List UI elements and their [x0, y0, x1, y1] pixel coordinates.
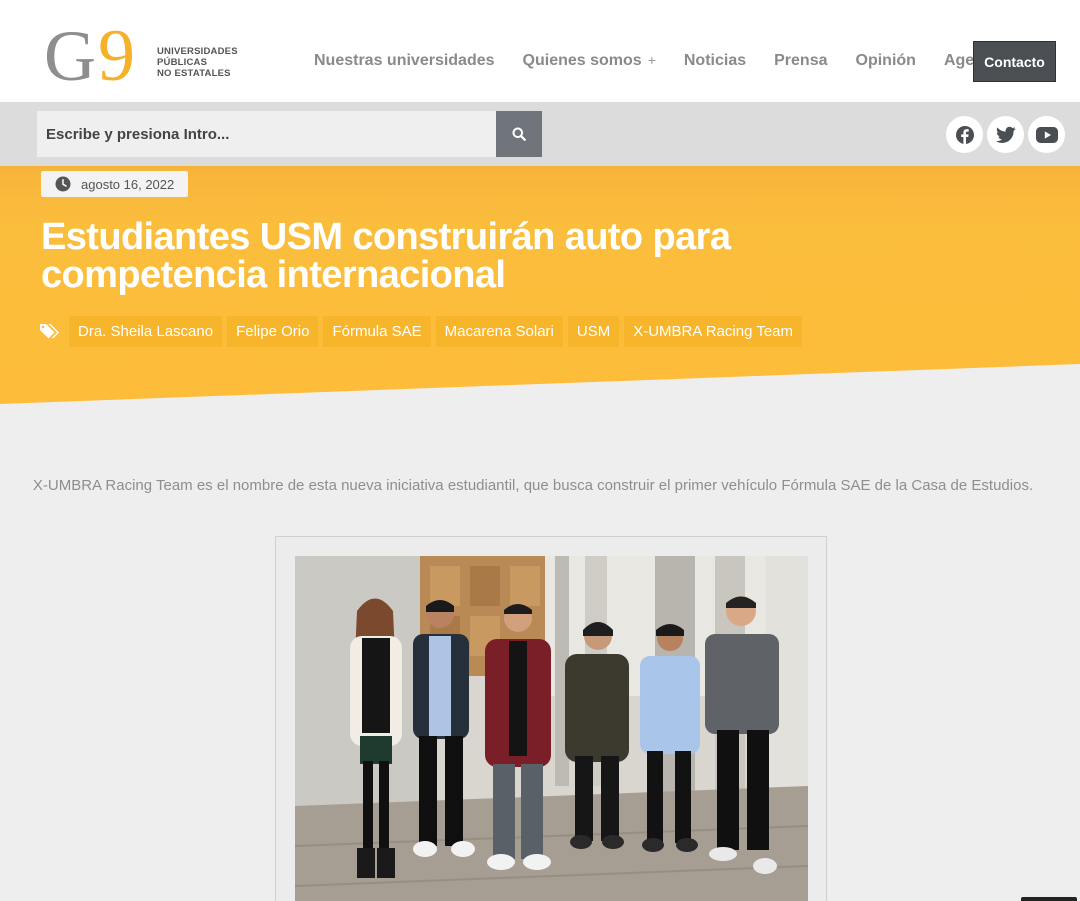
svg-text:9: 9: [98, 15, 135, 88]
logo-line-1: UNIVERSIDADES: [157, 46, 238, 57]
facebook-link[interactable]: [946, 116, 983, 153]
youtube-link[interactable]: [1028, 116, 1065, 153]
logo-tagline: UNIVERSIDADES PÚBLICAS NO ESTATALES: [157, 46, 238, 79]
twitter-link[interactable]: [987, 116, 1024, 153]
nav-item-opinion[interactable]: Opinión: [842, 52, 930, 70]
post-tags: Dra. Sheila Lascano Felipe Orio Fórmula …: [40, 316, 807, 347]
post-date-badge: agosto 16, 2022: [41, 171, 189, 197]
tag-link[interactable]: Dra. Sheila Lascano: [69, 316, 223, 347]
contact-button[interactable]: Contacto: [973, 41, 1056, 82]
post-date: agosto 16, 2022: [81, 176, 175, 192]
post-hero: agosto 16, 2022 Estudiantes USM construi…: [0, 166, 1080, 406]
nav-item-noticias[interactable]: Noticias: [670, 52, 760, 70]
search-icon: [512, 127, 526, 141]
clock-icon: [55, 176, 71, 192]
tag-link[interactable]: Felipe Orio: [227, 316, 319, 347]
tag-link[interactable]: USM: [567, 316, 620, 347]
g9-logo-mark: G 9: [44, 15, 135, 88]
nav-item-prensa[interactable]: Prensa: [760, 52, 841, 70]
post-title: Estudiantes USM construirán auto para co…: [41, 216, 731, 296]
nav-item-universidades[interactable]: Nuestras universidades: [300, 52, 509, 70]
post-lead: X-UMBRA Racing Team es el nombre de esta…: [32, 477, 1034, 494]
post-image-frame: [275, 536, 827, 901]
tag-link[interactable]: Fórmula SAE: [323, 316, 431, 347]
twitter-icon: [995, 126, 1016, 143]
team-photo-illustration: [295, 556, 808, 901]
facebook-icon: [955, 125, 974, 144]
nav-item-quienes-somos[interactable]: Quienes somos +: [509, 52, 670, 70]
plus-icon: +: [647, 52, 656, 68]
g9-logo[interactable]: G 9 UNIVERSIDADES PÚBLICAS NO ESTATALES: [44, 14, 254, 88]
tags-icon: [40, 324, 59, 339]
main-nav: Nuestras universidades Quienes somos + No…: [300, 40, 1017, 82]
logo-line-3: NO ESTATALES: [157, 68, 231, 79]
site-header: G 9 UNIVERSIDADES PÚBLICAS NO ESTATALES …: [0, 0, 1080, 102]
post-photo: [295, 556, 808, 901]
svg-text:G: G: [44, 16, 94, 88]
tag-link[interactable]: X-UMBRA Racing Team: [624, 316, 802, 347]
search-input[interactable]: [37, 111, 496, 157]
back-to-top-handle[interactable]: [1021, 897, 1077, 901]
logo-line-2: PÚBLICAS: [157, 57, 208, 68]
youtube-icon: [1035, 126, 1058, 143]
tag-link[interactable]: Macarena Solari: [435, 316, 563, 347]
search-bar: [0, 102, 1080, 166]
nav-item-quienes-somos-label: Quienes somos: [522, 52, 642, 69]
search-button[interactable]: [496, 111, 542, 157]
